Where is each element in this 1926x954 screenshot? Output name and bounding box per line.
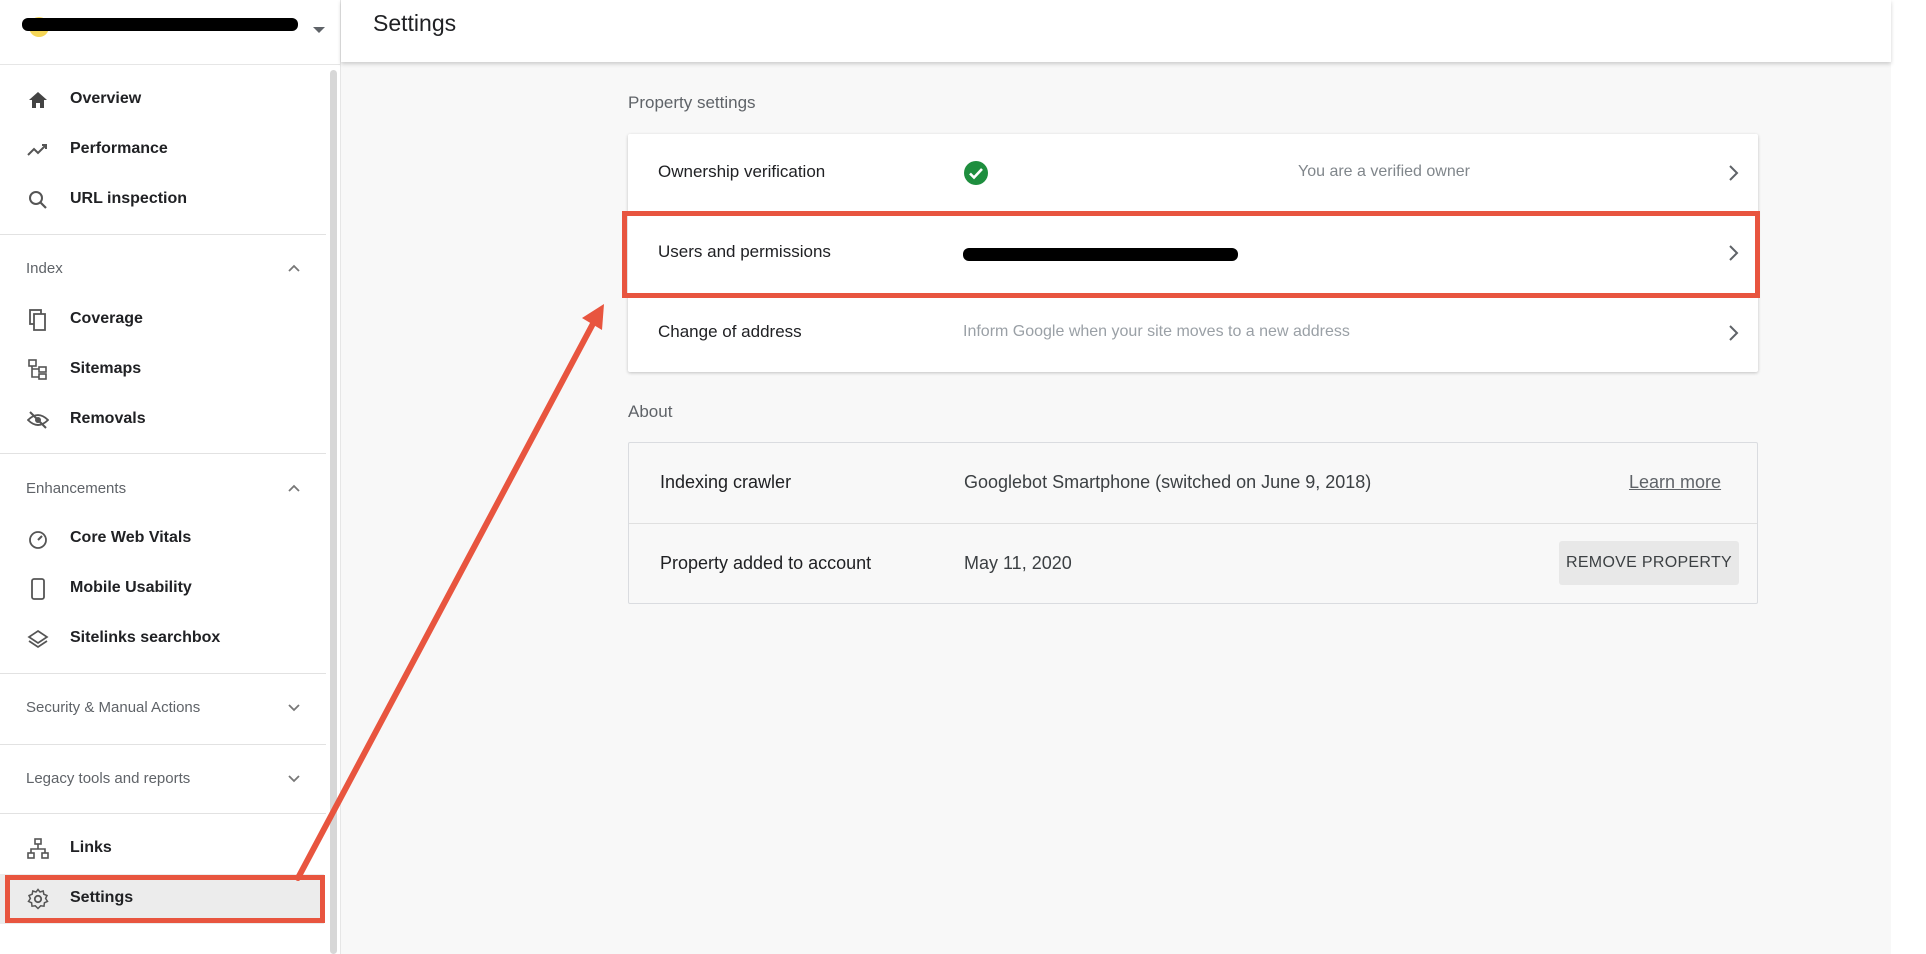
section-header-index[interactable]: Index — [0, 244, 324, 294]
nav-item-performance[interactable]: Performance — [0, 125, 324, 175]
row-users-and-permissions[interactable]: Users and permissions — [628, 214, 1758, 294]
section-label: Enhancements — [26, 480, 127, 497]
property-selector[interactable] — [0, 0, 340, 65]
section-header-security[interactable]: Security & Manual Actions — [0, 683, 324, 733]
row-change-of-address[interactable]: Change of address Inform Google when you… — [628, 294, 1758, 374]
chevron-up-icon — [288, 484, 300, 492]
links-icon — [26, 837, 50, 861]
row-value: You are a verified owner — [1298, 163, 1470, 180]
speedometer-icon — [26, 527, 50, 551]
row-property-added: Property added to account May 11, 2020 R… — [629, 524, 1757, 604]
row-label: Users and permissions — [658, 242, 831, 261]
nav-label: Links — [70, 839, 112, 856]
row-value: Googlebot Smartphone (switched on June 9… — [964, 472, 1372, 492]
section-label: Legacy tools and reports — [26, 770, 191, 787]
chevron-right-icon — [1729, 245, 1739, 261]
nav-label: Removals — [70, 410, 146, 427]
section-label: Security & Manual Actions — [26, 699, 201, 716]
search-icon — [26, 188, 50, 212]
divider — [0, 813, 326, 814]
layers-icon — [26, 627, 50, 651]
page-edge — [1891, 0, 1926, 954]
nav-label: Sitemaps — [70, 360, 142, 377]
trending-up-icon — [26, 138, 50, 162]
nav-item-overview[interactable]: Overview — [0, 75, 324, 125]
row-ownership-verification[interactable]: Ownership verification You are a verifie… — [628, 134, 1758, 214]
remove-property-button[interactable]: REMOVE PROPERTY — [1559, 541, 1739, 585]
nav-item-removals[interactable]: Removals — [0, 395, 324, 445]
nav-label: URL inspection — [70, 190, 188, 207]
sidebar-scrollbar[interactable] — [330, 70, 337, 954]
learn-more-link[interactable]: Learn more — [1629, 472, 1721, 493]
gear-icon — [26, 887, 50, 911]
home-icon — [26, 88, 50, 112]
section-header-enhancements[interactable]: Enhancements — [0, 464, 324, 514]
row-label: Ownership verification — [658, 162, 826, 181]
check-circle-icon — [964, 161, 988, 185]
section-title-property-settings: Property settings — [628, 93, 756, 112]
row-indexing-crawler: Indexing crawler Googlebot Smartphone (s… — [629, 443, 1757, 523]
chevron-right-icon — [1729, 165, 1739, 181]
property-name-redacted — [22, 18, 298, 31]
top-bar: Settings — [341, 0, 1891, 62]
row-label: Indexing crawler — [660, 472, 792, 492]
eye-off-icon — [26, 408, 50, 432]
dropdown-caret-icon[interactable] — [312, 16, 326, 46]
page-title: Settings — [373, 10, 457, 36]
nav-label: Mobile Usability — [70, 579, 192, 596]
nav-label: Core Web Vitals — [70, 529, 192, 546]
divider — [0, 453, 326, 454]
about-card: Indexing crawler Googlebot Smartphone (s… — [628, 442, 1758, 604]
chevron-down-icon — [288, 704, 300, 712]
copy-icon — [26, 308, 50, 332]
nav-item-core-web-vitals[interactable]: Core Web Vitals — [0, 514, 324, 564]
property-settings-card: Ownership verification You are a verifie… — [628, 134, 1758, 372]
nav-label: Settings — [70, 889, 134, 906]
chevron-right-icon — [1729, 325, 1739, 341]
row-value: Inform Google when your site moves to a … — [963, 323, 1350, 340]
chevron-down-icon — [288, 775, 300, 783]
nav-item-coverage[interactable]: Coverage — [0, 295, 324, 345]
nav-label: Performance — [70, 140, 168, 157]
divider — [0, 744, 326, 745]
value-redacted — [963, 248, 1238, 261]
nav-label: Overview — [70, 90, 142, 107]
smartphone-icon — [26, 577, 50, 601]
row-label: Property added to account — [660, 553, 872, 573]
nav-item-links[interactable]: Links — [0, 824, 324, 874]
nav-item-sitemaps[interactable]: Sitemaps — [0, 345, 324, 395]
sidebar: Overview Performance URL inspection Inde… — [0, 0, 341, 954]
section-header-legacy[interactable]: Legacy tools and reports — [0, 754, 324, 804]
section-label: Index — [26, 260, 63, 277]
section-title-about: About — [628, 402, 673, 421]
divider — [0, 673, 326, 674]
nav-item-sitelinks-searchbox[interactable]: Sitelinks searchbox — [0, 614, 324, 664]
nav-item-url-inspection[interactable]: URL inspection — [0, 175, 324, 225]
row-value: May 11, 2020 — [964, 553, 1072, 573]
divider — [0, 234, 326, 235]
nav-item-settings[interactable]: Settings — [0, 874, 324, 924]
nav-label: Sitelinks searchbox — [70, 629, 221, 646]
row-label: Change of address — [658, 322, 802, 341]
nav-item-mobile-usability[interactable]: Mobile Usability — [0, 564, 324, 614]
main-content: Property settings Ownership verification… — [341, 62, 1891, 954]
nav-list: Overview Performance URL inspection Inde… — [0, 64, 330, 954]
sitemap-icon — [26, 358, 50, 382]
nav-label: Coverage — [70, 310, 143, 327]
chevron-up-icon — [288, 264, 300, 272]
